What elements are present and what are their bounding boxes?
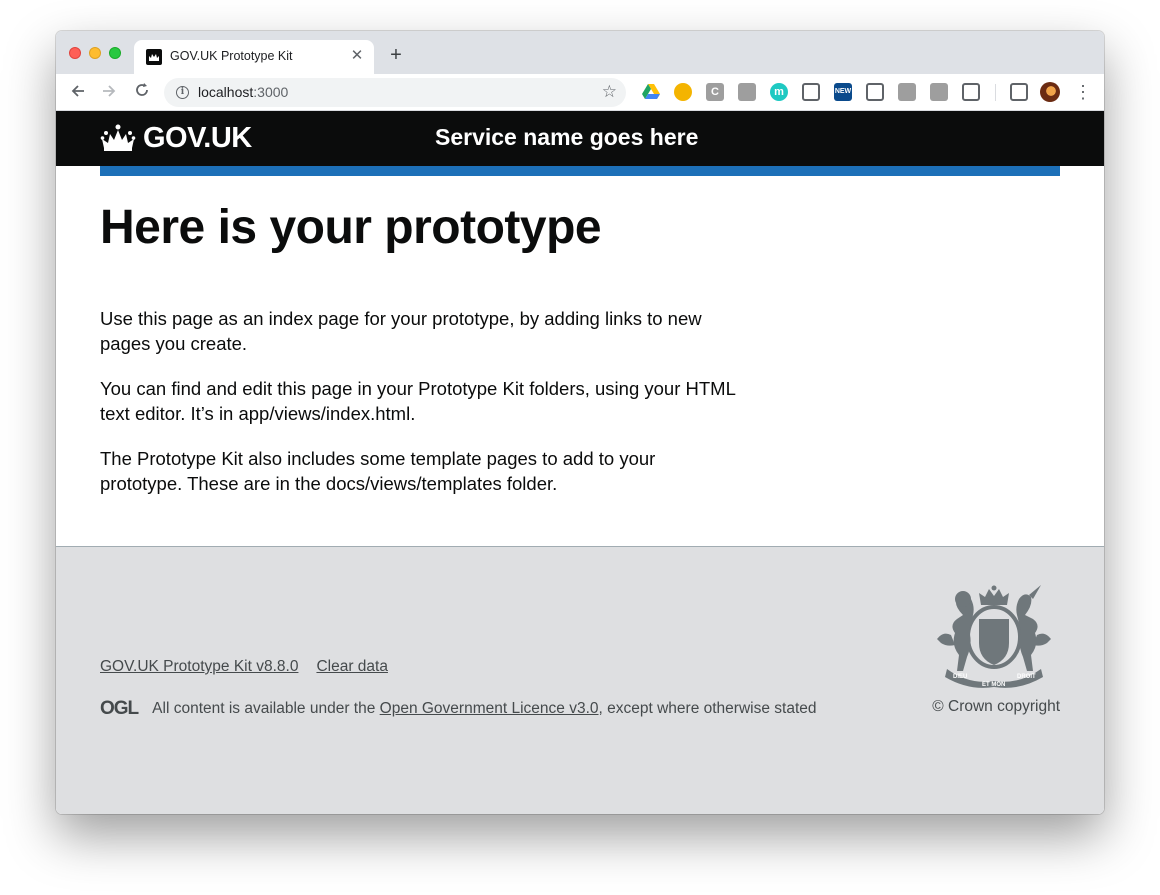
crest-motto-text: DROIT	[1017, 674, 1036, 680]
ogl-logo-icon: OGL	[100, 698, 139, 719]
close-window-button[interactable]	[69, 47, 81, 59]
crest-motto-text: ET MON	[982, 682, 1005, 688]
crown-icon	[100, 124, 136, 151]
prototype-kit-version-link[interactable]: GOV.UK Prototype Kit v8.8.0	[100, 658, 298, 676]
trello-icon[interactable]	[738, 83, 756, 101]
clear-data-link[interactable]: Clear data	[316, 658, 388, 676]
royal-coat-of-arms-icon[interactable]: DIEU ET MON DROIT	[929, 585, 1059, 691]
new-badge-icon[interactable]: NEW	[834, 83, 852, 101]
easel-icon[interactable]	[802, 83, 820, 101]
grid-icon[interactable]	[898, 83, 916, 101]
reload-icon[interactable]	[131, 82, 153, 104]
templates-paragraph: The Prototype Kit also includes some tem…	[100, 448, 656, 494]
screen-icon[interactable]	[930, 83, 948, 101]
govuk-header: GOV.UK Service name goes here	[56, 111, 1104, 166]
tab-strip: GOV.UK Prototype Kit ✕ +	[56, 31, 1104, 74]
edit-paragraph: You can find and edit this page in your …	[100, 378, 736, 424]
footer: GOV.UK Prototype Kit v8.8.0 Clear data O…	[56, 546, 1104, 814]
page-heading: Here is your prototype	[100, 201, 602, 254]
tab-title: GOV.UK Prototype Kit	[170, 49, 293, 63]
chrome-ext-circle-icon[interactable]	[674, 83, 692, 101]
govuk-logo-text: GOV.UK	[143, 121, 252, 154]
crest-motto-text: DIEU	[953, 674, 967, 680]
page-content: GOV.UK Service name goes here Here is yo…	[56, 111, 1104, 814]
bookmark-star-icon[interactable]: ☆	[602, 82, 617, 102]
crown-favicon-icon	[146, 49, 162, 65]
crown-copyright-link[interactable]: © Crown copyright	[932, 698, 1060, 716]
service-name-link[interactable]: Service name goes here	[435, 124, 698, 151]
new-tab-button[interactable]: +	[386, 45, 406, 65]
browser-tab[interactable]: GOV.UK Prototype Kit ✕	[134, 40, 374, 74]
header-blue-bar	[100, 166, 1060, 176]
c-ext-icon[interactable]: C	[706, 83, 724, 101]
minimize-window-button[interactable]	[89, 47, 101, 59]
footer-links: GOV.UK Prototype Kit v8.8.0 Clear data	[100, 658, 388, 676]
toolbar-separator	[995, 84, 996, 101]
info-icon[interactable]: i	[176, 86, 189, 99]
govuk-logo-link[interactable]: GOV.UK	[100, 122, 252, 154]
licence-text: All content is available under the Open …	[152, 700, 817, 717]
keep-icon[interactable]	[866, 83, 884, 101]
menu-dots-icon[interactable]: ⋮	[1074, 82, 1092, 104]
licence-link[interactable]: Open Government Licence v3.0	[380, 700, 599, 717]
maximize-window-button[interactable]	[109, 47, 121, 59]
cast-icon[interactable]	[1010, 83, 1028, 101]
browser-toolbar: i localhost:3000 ☆ Cm NEW ⋮	[56, 74, 1104, 111]
cast-icon[interactable]	[962, 83, 980, 101]
licence-row: OGL All content is available under the O…	[100, 698, 817, 720]
intro-paragraph: Use this page as an index page for your …	[100, 308, 702, 354]
google-drive-icon[interactable]	[642, 83, 660, 101]
close-tab-icon[interactable]: ✕	[348, 47, 366, 65]
url-text: localhost:3000	[198, 84, 289, 100]
forward-arrow-icon[interactable]	[98, 82, 120, 104]
back-arrow-icon[interactable]	[67, 82, 89, 104]
address-bar[interactable]: i localhost:3000 ☆	[164, 78, 626, 107]
m-ext-icon[interactable]: m	[770, 83, 788, 101]
profile-avatar[interactable]	[1040, 82, 1060, 102]
browser-window: GOV.UK Prototype Kit ✕ + i localhost:300…	[56, 31, 1104, 814]
